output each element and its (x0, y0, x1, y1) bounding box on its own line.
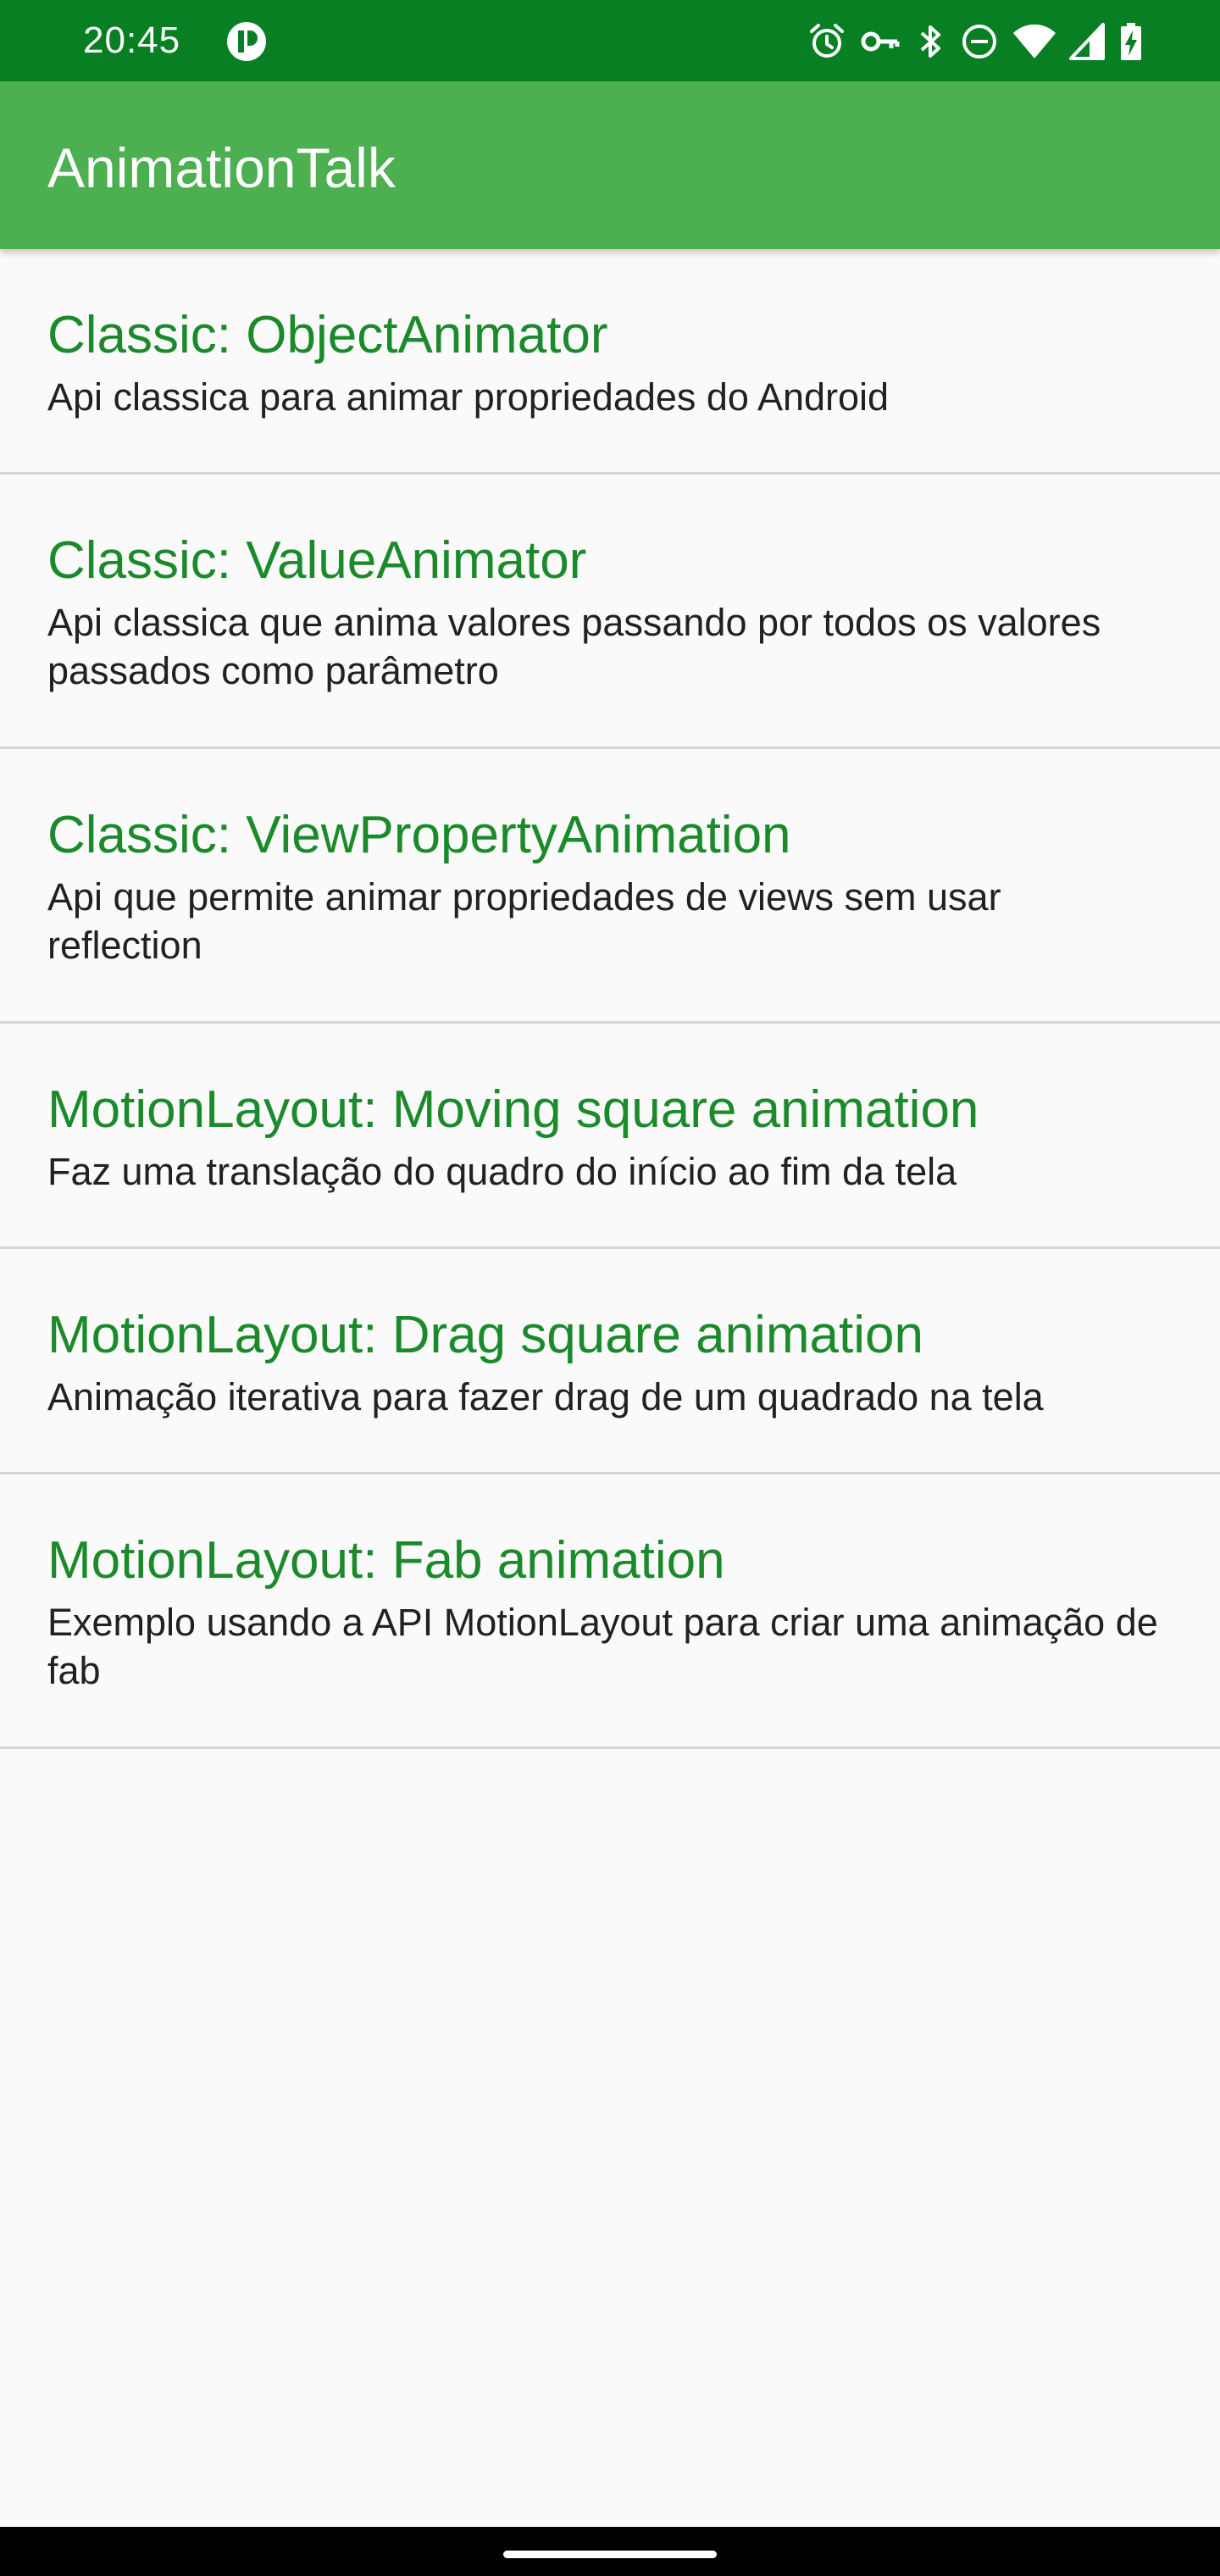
home-gesture-handle[interactable] (503, 2551, 717, 2558)
vpn-key-icon (859, 21, 901, 62)
list-item-description: Api que permite animar propriedades de v… (47, 875, 1001, 967)
status-time: 20:45 (83, 19, 181, 61)
list-item-fab-animation[interactable]: MotionLayout: Fab animation Exemplo usan… (0, 1474, 1220, 1749)
status-icons (807, 20, 1144, 63)
list-item-description: Exemplo usando a API MotionLayout para c… (47, 1601, 1158, 1692)
list-item-title: Classic: ObjectAnimator (47, 306, 608, 364)
list-item-title: MotionLayout: Fab animation (47, 1531, 725, 1590)
cell-signal-icon (1069, 21, 1106, 62)
list-item-object-animator[interactable]: Classic: ObjectAnimator Api classica par… (0, 249, 1220, 475)
battery-charging-icon (1118, 21, 1144, 62)
app-bar: AnimationTalk (0, 81, 1220, 249)
app-notification-icon (225, 20, 268, 63)
list-item-title: Classic: ViewPropertyAnimation (47, 806, 791, 864)
wifi-icon (1012, 21, 1057, 62)
list-item-moving-square[interactable]: MotionLayout: Moving square animation Fa… (0, 1024, 1220, 1249)
list-item-title: MotionLayout: Moving square animation (47, 1080, 979, 1139)
list-item-title: MotionLayout: Drag square animation (47, 1306, 923, 1364)
bluetooth-icon (913, 21, 947, 62)
list-item-description: Api classica que anima valores passando … (47, 601, 1101, 692)
list-item-description: Faz uma translação do quadro do início a… (47, 1150, 957, 1193)
do-not-disturb-icon (959, 21, 1000, 62)
alarm-icon (807, 21, 847, 62)
app-title: AnimationTalk (47, 136, 396, 199)
navigation-bar (0, 2527, 1220, 2576)
list-item-value-animator[interactable]: Classic: ValueAnimator Api classica que … (0, 475, 1220, 749)
status-bar: 20:45 (0, 0, 1220, 81)
animation-list: Classic: ObjectAnimator Api classica par… (0, 249, 1220, 1749)
list-item-description: Animação iterativa para fazer drag de um… (47, 1375, 1044, 1418)
list-item-description: Api classica para animar propriedades do… (47, 375, 890, 419)
list-item-drag-square[interactable]: MotionLayout: Drag square animation Anim… (0, 1249, 1220, 1474)
list-item-view-property-animation[interactable]: Classic: ViewPropertyAnimation Api que p… (0, 749, 1220, 1024)
list-item-title: Classic: ValueAnimator (47, 531, 587, 590)
